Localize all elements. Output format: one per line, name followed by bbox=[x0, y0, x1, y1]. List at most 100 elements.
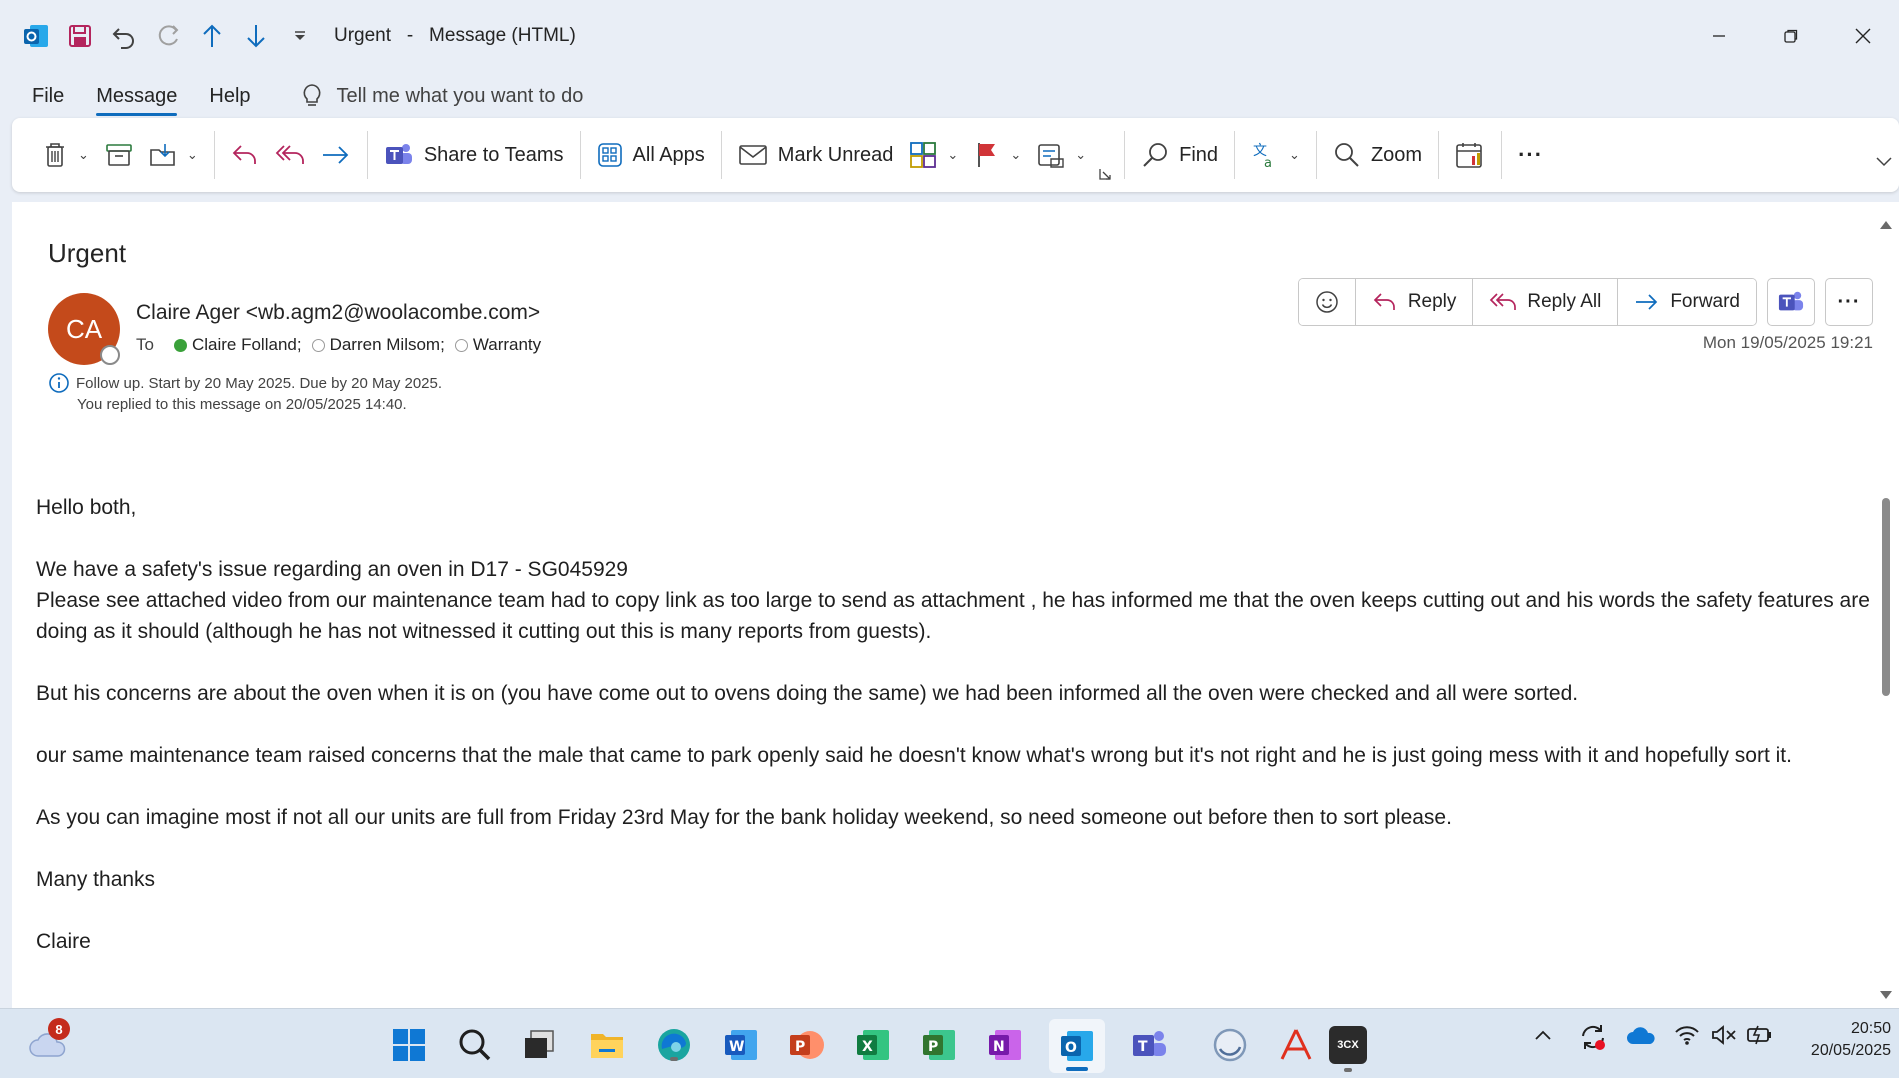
search-button[interactable] bbox=[455, 1025, 495, 1065]
wifi-tray-icon[interactable] bbox=[1674, 1024, 1700, 1046]
reply-all-button[interactable]: Reply All bbox=[1473, 279, 1619, 325]
outlook-taskbar-button[interactable]: O bbox=[1049, 1019, 1105, 1073]
quick-steps-icon bbox=[1038, 144, 1064, 168]
recipient-item[interactable]: Darren Milsom; bbox=[311, 335, 445, 355]
sender-name[interactable]: Claire Ager <wb.agm2@woolacombe.com> bbox=[136, 301, 540, 325]
chevron-down-icon[interactable]: ⌄ bbox=[947, 147, 958, 163]
reply-ribbon-button[interactable] bbox=[223, 129, 267, 181]
tell-me-search[interactable]: Tell me what you want to do bbox=[301, 83, 583, 109]
task-view-button[interactable] bbox=[519, 1025, 559, 1065]
redo-icon[interactable] bbox=[152, 20, 184, 52]
recipient-name: Claire Folland; bbox=[191, 335, 302, 354]
start-button[interactable] bbox=[389, 1025, 429, 1065]
word-button[interactable]: W bbox=[721, 1025, 761, 1065]
sync-tray-icon[interactable] bbox=[1578, 1022, 1608, 1052]
reply-all-icon bbox=[1490, 293, 1517, 310]
onenote-button[interactable]: N bbox=[985, 1025, 1025, 1065]
svg-text:N: N bbox=[993, 1039, 1005, 1055]
recipient-name: Darren Milsom; bbox=[329, 335, 445, 354]
move-to-folder-icon bbox=[150, 144, 175, 166]
scroll-down-arrow[interactable] bbox=[1879, 988, 1893, 1006]
forward-button[interactable]: Forward bbox=[1618, 279, 1756, 325]
all-apps-button[interactable]: All Apps bbox=[589, 129, 713, 181]
chevron-down-icon[interactable]: ⌄ bbox=[78, 147, 89, 163]
emoji-icon bbox=[1316, 291, 1338, 313]
forward-icon bbox=[322, 146, 349, 164]
body-paragraph: As you can imagine most if not all our u… bbox=[36, 806, 1452, 829]
follow-up-button[interactable]: ⌄ bbox=[966, 129, 1029, 181]
forward-ribbon-button[interactable] bbox=[313, 129, 359, 181]
react-button[interactable] bbox=[1298, 279, 1356, 325]
reading-pane: Urgent CA Claire Ager <wb.agm2@woolacomb… bbox=[12, 202, 1899, 1008]
tab-message[interactable]: Message bbox=[96, 79, 178, 116]
reply-all-ribbon-button[interactable] bbox=[267, 129, 313, 181]
task-view-icon bbox=[525, 1030, 554, 1058]
reply-button[interactable]: Reply bbox=[1355, 279, 1474, 325]
edge-button[interactable] bbox=[654, 1025, 694, 1065]
body-signoff: Many thanks bbox=[36, 868, 156, 891]
onedrive-tray-icon[interactable] bbox=[1626, 1024, 1656, 1046]
reply-all-icon bbox=[275, 145, 304, 164]
quick-steps-button[interactable]: ⌄ bbox=[1029, 129, 1094, 181]
project-button[interactable]: P bbox=[919, 1025, 959, 1065]
body-greeting: Hello both, bbox=[36, 496, 137, 519]
battery-tray-icon[interactable] bbox=[1746, 1024, 1774, 1046]
close-icon[interactable] bbox=[1827, 0, 1899, 72]
3cx-button[interactable]: 3CX bbox=[1329, 1026, 1367, 1072]
customize-toolbar-icon[interactable] bbox=[284, 20, 316, 52]
insights-icon bbox=[1456, 143, 1482, 168]
acrobat-button[interactable] bbox=[1276, 1025, 1316, 1065]
tab-file[interactable]: File bbox=[32, 79, 64, 114]
tab-help[interactable]: Help bbox=[209, 79, 250, 114]
browser-button[interactable] bbox=[1210, 1025, 1250, 1065]
presence-status-icon bbox=[100, 345, 120, 365]
scrollbar-thumb[interactable] bbox=[1882, 498, 1890, 696]
more-actions-button[interactable]: ··· bbox=[1825, 278, 1873, 326]
all-apps-label: All Apps bbox=[632, 143, 705, 166]
more-icon: ··· bbox=[1518, 142, 1544, 167]
save-icon[interactable] bbox=[64, 20, 96, 52]
system-clock[interactable]: 20:50 20/05/2025 bbox=[1811, 1018, 1891, 1062]
delete-button[interactable]: ⌄ bbox=[34, 129, 97, 181]
ribbon-expand-icon[interactable] bbox=[1875, 154, 1893, 172]
minimize-icon[interactable] bbox=[1683, 0, 1755, 72]
ribbon-separator bbox=[1234, 131, 1236, 179]
scroll-up-arrow[interactable] bbox=[1879, 218, 1893, 236]
excel-button[interactable]: X bbox=[853, 1025, 893, 1065]
zoom-button[interactable]: Zoom bbox=[1325, 129, 1430, 181]
teams-taskbar-button[interactable]: T bbox=[1130, 1025, 1170, 1065]
teams-chat-button[interactable] bbox=[1767, 278, 1815, 326]
find-button[interactable]: Find bbox=[1133, 129, 1226, 181]
next-item-icon[interactable] bbox=[240, 20, 272, 52]
find-icon bbox=[1143, 143, 1168, 167]
viva-insights-button[interactable] bbox=[1447, 129, 1493, 181]
show-hidden-icons[interactable] bbox=[1533, 1028, 1553, 1042]
volume-tray-icon[interactable] bbox=[1711, 1024, 1737, 1046]
chevron-down-icon[interactable]: ⌄ bbox=[1075, 147, 1086, 163]
chevron-down-icon[interactable]: ⌄ bbox=[187, 147, 198, 163]
translate-button[interactable]: 文a ⌄ bbox=[1243, 129, 1308, 181]
recipient-item[interactable]: Claire Folland; bbox=[173, 335, 302, 355]
info-icon bbox=[49, 373, 69, 393]
powerpoint-button[interactable]: P bbox=[786, 1025, 826, 1065]
archive-button[interactable] bbox=[97, 129, 141, 181]
restore-icon[interactable] bbox=[1755, 0, 1827, 72]
mark-unread-button[interactable]: Mark Unread bbox=[730, 129, 902, 181]
file-explorer-button[interactable] bbox=[587, 1025, 627, 1065]
share-to-teams-button[interactable]: Share to Teams bbox=[376, 129, 572, 181]
previous-item-icon[interactable] bbox=[196, 20, 228, 52]
share-to-teams-label: Share to Teams bbox=[423, 143, 564, 166]
undo-icon[interactable] bbox=[108, 20, 140, 52]
chevron-down-icon[interactable]: ⌄ bbox=[1289, 147, 1300, 163]
follow-up-info: Follow up. Start by 20 May 2025. Due by … bbox=[76, 374, 443, 392]
chevron-down-icon[interactable]: ⌄ bbox=[1010, 147, 1021, 163]
move-button[interactable]: ⌄ bbox=[141, 129, 206, 181]
dialog-launcher[interactable] bbox=[1094, 129, 1116, 181]
ribbon-separator bbox=[1438, 131, 1440, 179]
dialog-launcher-icon bbox=[1099, 169, 1111, 180]
forward-label: Forward bbox=[1670, 291, 1740, 312]
recipient-item[interactable]: Warranty bbox=[454, 335, 541, 355]
ribbon-toolbar: ⌄ ⌄ Share to Teams All Apps Mark Unread … bbox=[12, 118, 1899, 192]
more-commands-button[interactable]: ··· bbox=[1510, 129, 1551, 181]
categorize-button[interactable]: ⌄ bbox=[901, 129, 966, 181]
